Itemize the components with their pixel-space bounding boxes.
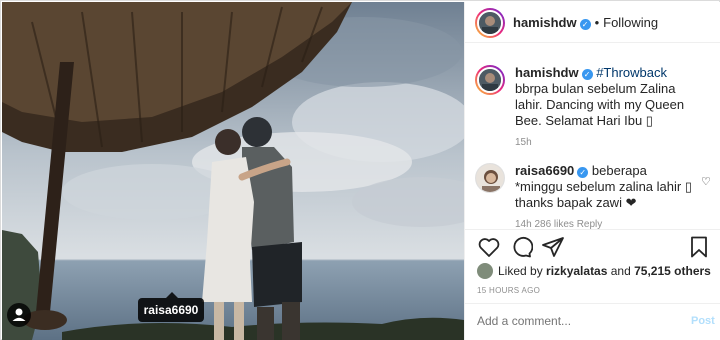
photo-scene: [2, 2, 464, 340]
photo-user-tag[interactable]: raisa6690: [138, 292, 204, 322]
caption-hashtag[interactable]: #Throwback: [596, 65, 667, 80]
post-side-panel: hamishdw ✓ • Following hamishdw ✓ #Throwback…: [464, 2, 720, 340]
comment-text: raisa6690 ✓ beberapa *minggu sebelum zali…: [515, 163, 693, 211]
liked-by: Liked by rizkyalatas and 75,215 others: [477, 263, 711, 279]
author-username[interactable]: hamishdw: [513, 15, 577, 30]
verified-badge-icon: ✓: [581, 69, 593, 80]
liked-by-prefix: Liked by: [498, 264, 547, 278]
liker-username[interactable]: rizkyalatas: [546, 264, 607, 278]
post-photo[interactable]: raisa6690: [2, 2, 464, 340]
comment-bubble-icon[interactable]: [509, 235, 533, 259]
caption-username[interactable]: hamishdw: [515, 65, 579, 80]
author-avatar[interactable]: [475, 8, 505, 38]
following-button[interactable]: Following: [603, 15, 658, 30]
comment-meta[interactable]: 14h 286 likes Reply: [515, 219, 602, 229]
liker-avatar[interactable]: [477, 263, 493, 279]
commenter-avatar[interactable]: [475, 163, 505, 193]
comments-list[interactable]: hamishdw ✓ #Throwback bbrpa bulan sebelum…: [465, 43, 720, 229]
user-tag-icon[interactable]: [7, 303, 31, 327]
caption-avatar[interactable]: [475, 65, 505, 95]
post-modal: raisa6690 hamishdw ✓ • Following hamishd…: [0, 0, 720, 340]
bookmark-icon[interactable]: [687, 235, 711, 259]
verified-badge-icon: ✓: [577, 167, 589, 178]
post-comment-button[interactable]: Post: [691, 315, 715, 327]
post-header: hamishdw ✓ • Following: [465, 2, 720, 43]
header-separator: •: [594, 15, 600, 30]
commenter-username[interactable]: raisa6690: [515, 163, 574, 178]
header-line: hamishdw ✓ • Following: [513, 15, 658, 30]
verified-badge-icon: ✓: [579, 19, 591, 30]
comment-like-icon[interactable]: ♡: [701, 175, 711, 188]
comment-input[interactable]: [477, 314, 677, 328]
caption-emoji: ▯: [645, 113, 653, 128]
caption-text: hamishdw ✓ #Throwback bbrpa bulan sebelum…: [515, 65, 693, 129]
liked-by-and: and: [607, 264, 635, 278]
add-comment-bar: Post: [465, 303, 720, 338]
post-actions: Liked by rizkyalatas and 75,215 others 1…: [465, 229, 720, 337]
caption-body: bbrpa bulan sebelum Zalina lahir. Dancin…: [515, 81, 685, 128]
paper-plane-icon[interactable]: [541, 235, 565, 259]
post-timestamp[interactable]: 15 HOURS AGO: [477, 286, 540, 295]
heart-icon[interactable]: [477, 235, 501, 259]
caption-time[interactable]: 15h: [515, 137, 532, 148]
likes-count[interactable]: 75,215 others: [634, 264, 711, 278]
